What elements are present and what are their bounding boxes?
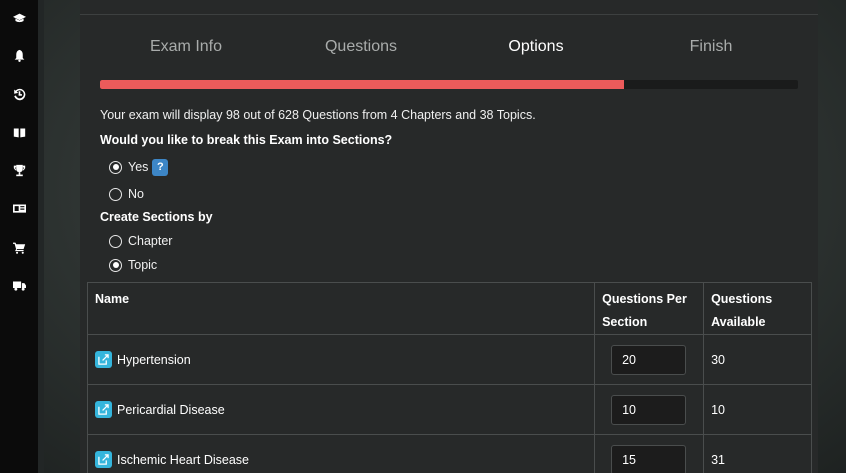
wizard-progress-bar	[100, 80, 798, 89]
edit-icon[interactable]	[95, 451, 112, 468]
radio-topic-circle[interactable]	[109, 258, 122, 272]
radio-chapter-circle[interactable]	[109, 234, 122, 248]
sections-table: Name Questions Per Section Questions Ava…	[86, 282, 812, 473]
sections-question-label: Would you like to break this Exam into S…	[100, 133, 393, 147]
section-name: Hypertension	[117, 352, 191, 367]
questions-per-section-input[interactable]	[611, 394, 687, 425]
truck-icon[interactable]	[0, 275, 38, 295]
wizard-tabs: Exam Info Questions Options Finish	[100, 38, 800, 62]
cart-icon[interactable]	[0, 237, 38, 257]
name-cell: Ischemic Heart Disease	[86, 434, 596, 473]
name-cell: Hypertension	[86, 334, 596, 385]
table-row: Pericardial Disease 10	[86, 384, 812, 435]
radio-yes[interactable]: Yes ?	[109, 158, 169, 176]
section-name: Pericardial Disease	[117, 402, 225, 417]
history-icon[interactable]	[0, 84, 38, 104]
help-button[interactable]: ?	[152, 158, 169, 176]
per-section-cell	[594, 334, 705, 385]
column-header-name: Name	[86, 282, 596, 335]
table-row: Hypertension 30	[86, 334, 812, 385]
bell-icon[interactable]	[0, 45, 38, 65]
radio-chapter-label[interactable]: Chapter	[128, 234, 172, 248]
trophy-icon[interactable]	[0, 160, 38, 180]
section-name: Ischemic Heart Disease	[117, 452, 249, 467]
sidebar	[0, 0, 38, 473]
radio-no-circle[interactable]	[109, 187, 122, 201]
per-section-cell	[594, 384, 705, 435]
book-icon[interactable]	[0, 122, 38, 142]
questions-per-section-input[interactable]	[611, 444, 687, 473]
tab-questions[interactable]: Questions	[325, 38, 397, 56]
exam-wizard-panel: Exam Info Questions Options Finish Your …	[80, 0, 818, 473]
radio-topic-label[interactable]: Topic	[128, 258, 157, 272]
radio-yes-label[interactable]: Yes	[128, 160, 148, 174]
questions-per-section-input[interactable]	[611, 344, 687, 375]
edit-icon[interactable]	[95, 401, 112, 418]
name-cell: Pericardial Disease	[86, 384, 596, 435]
radio-chapter[interactable]: Chapter	[109, 233, 172, 249]
tab-options[interactable]: Options	[508, 38, 563, 56]
create-sections-label: Create Sections by	[100, 210, 213, 224]
table-row: Ischemic Heart Disease 31	[86, 434, 812, 473]
edit-icon[interactable]	[95, 351, 112, 368]
divider	[80, 14, 818, 15]
graduation-cap-icon[interactable]	[0, 8, 38, 28]
radio-topic[interactable]: Topic	[109, 257, 157, 273]
available-cell: 30	[703, 334, 812, 385]
wizard-progress-fill	[100, 80, 624, 89]
radio-yes-circle[interactable]	[109, 160, 122, 174]
radio-no-label[interactable]: No	[128, 187, 144, 201]
radio-no[interactable]: No	[109, 186, 144, 202]
exam-summary-text: Your exam will display 98 out of 628 Que…	[100, 108, 536, 122]
available-cell: 31	[703, 434, 812, 473]
tab-finish[interactable]: Finish	[690, 38, 733, 56]
table-header-row: Name Questions Per Section Questions Ava…	[86, 282, 812, 335]
per-section-cell	[594, 434, 705, 473]
tab-exam-info[interactable]: Exam Info	[150, 38, 222, 56]
sidebar-gap	[38, 0, 44, 473]
column-header-per-section: Questions Per Section	[594, 282, 705, 335]
available-cell: 10	[703, 384, 812, 435]
column-header-available: Questions Available	[703, 282, 812, 335]
id-card-icon[interactable]	[0, 198, 38, 218]
